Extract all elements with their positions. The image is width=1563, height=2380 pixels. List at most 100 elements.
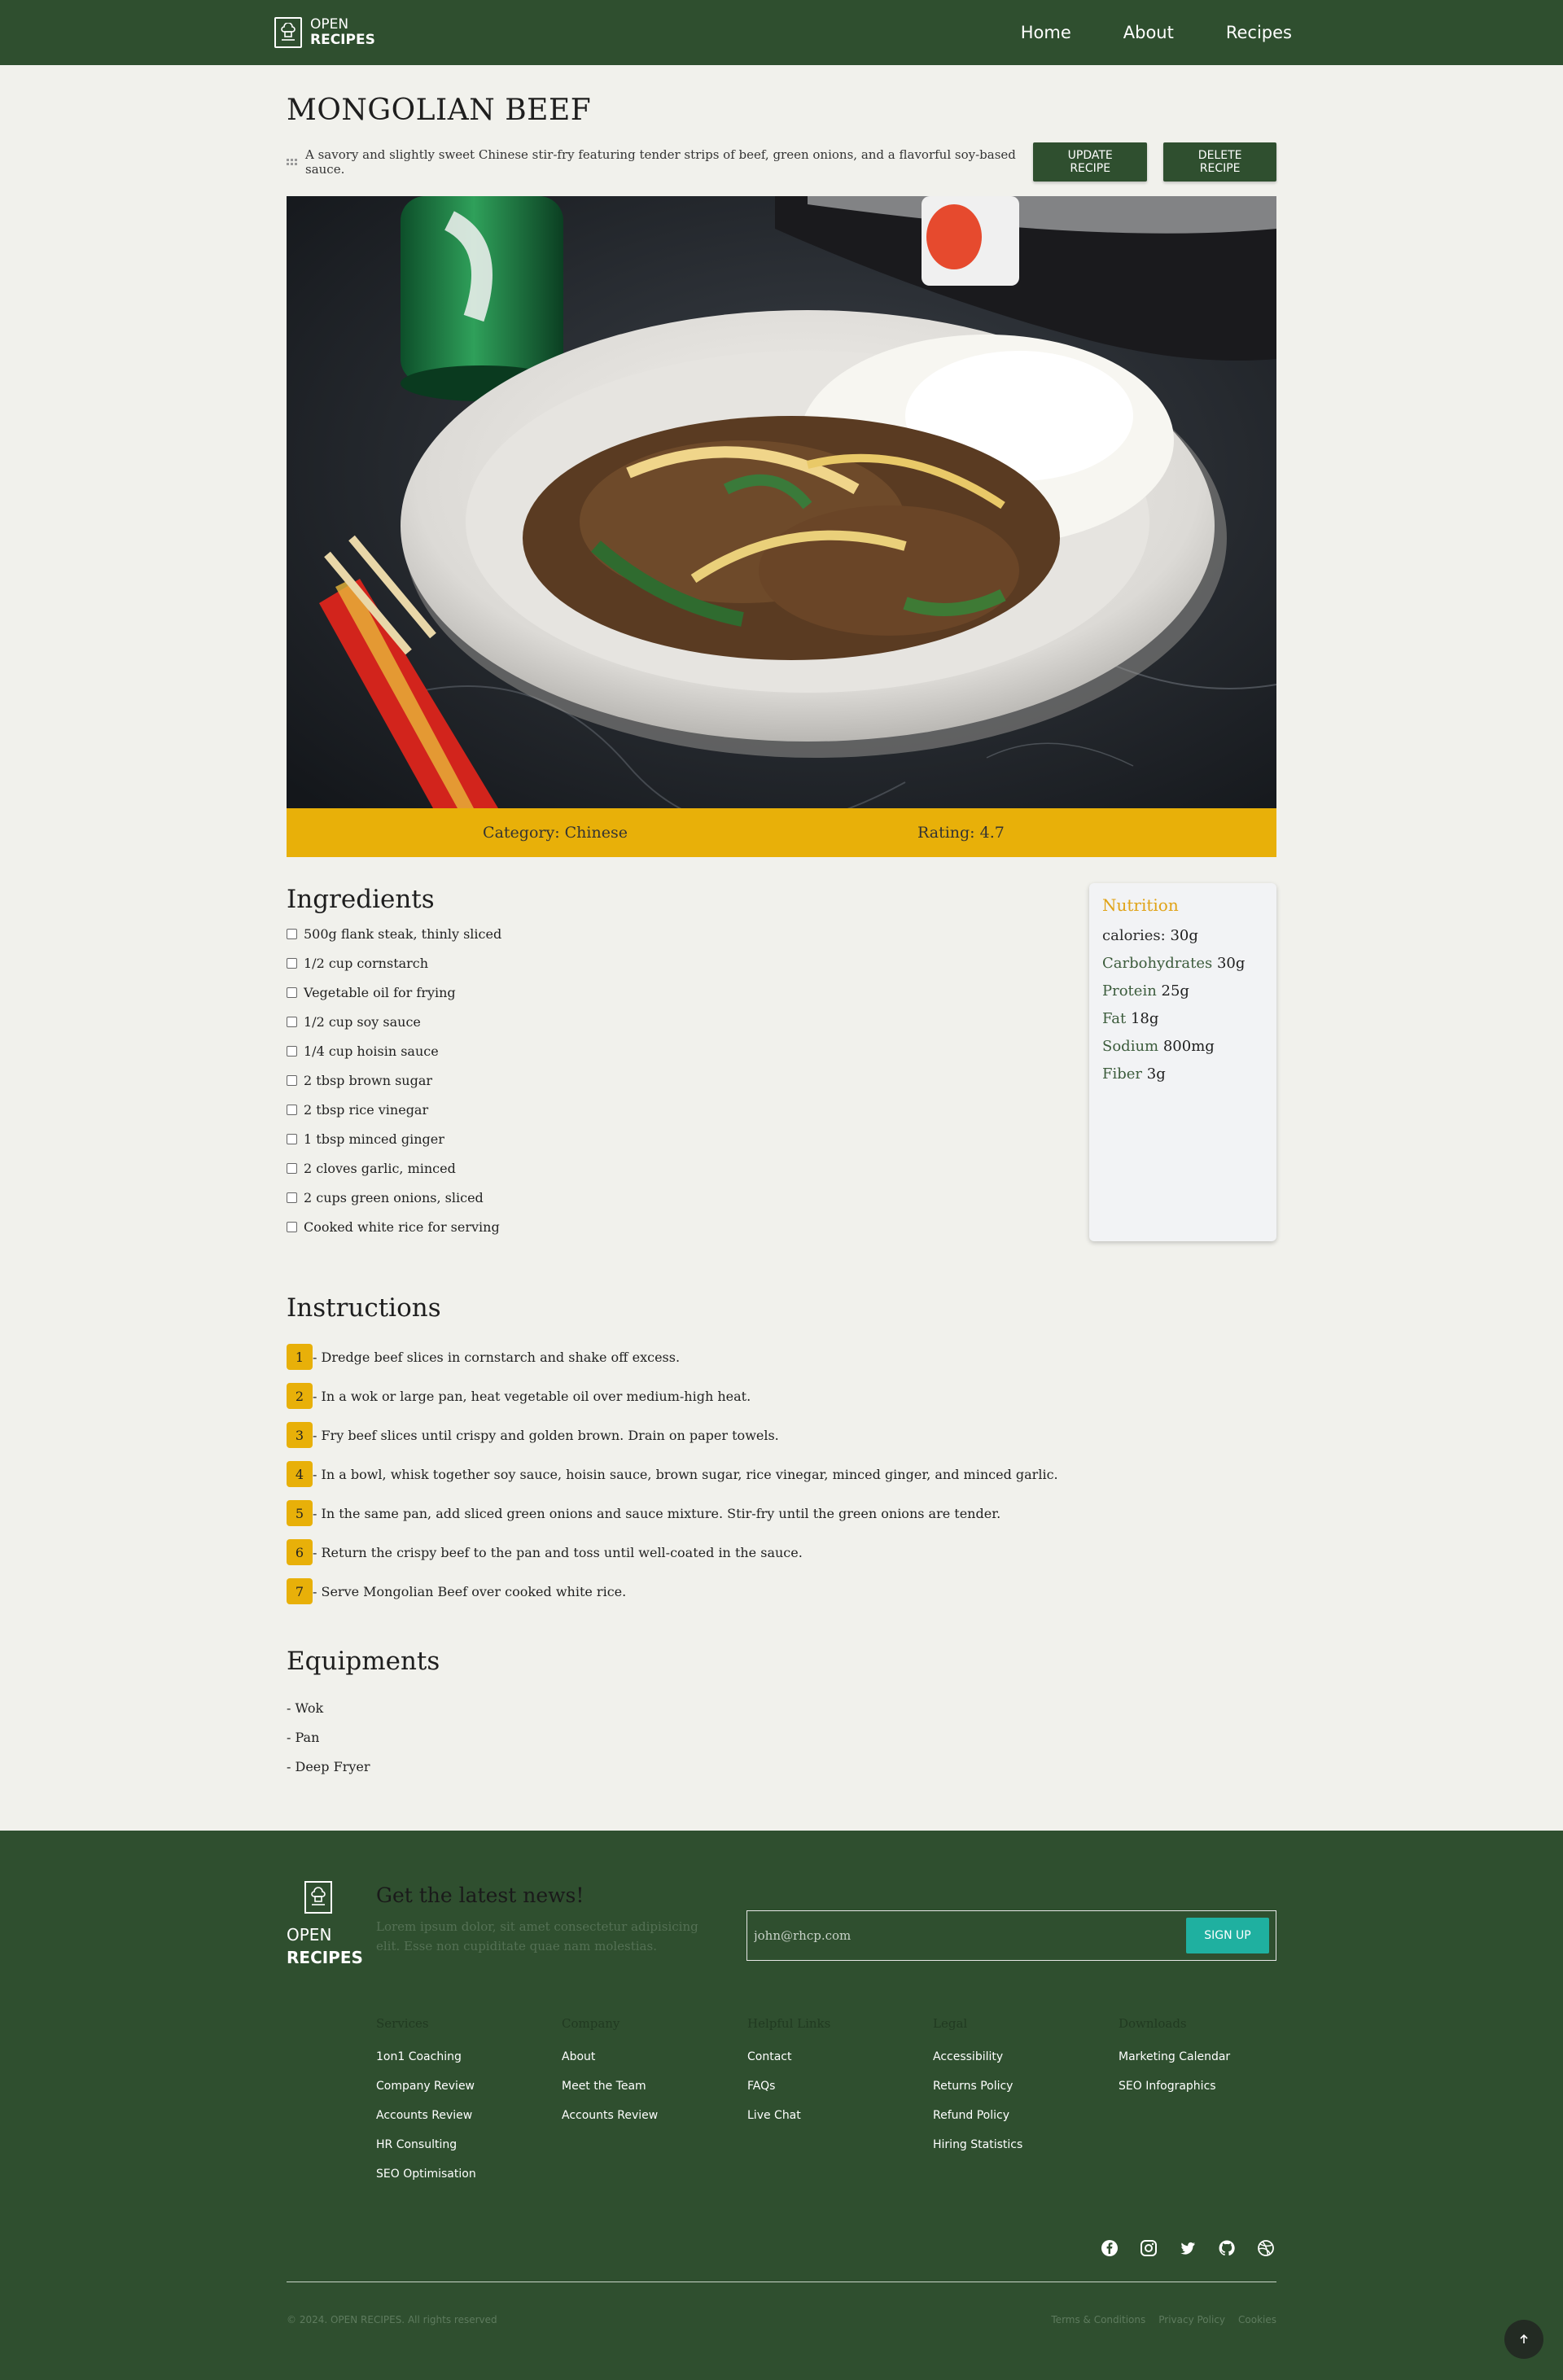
instruction-step: 1- Dredge beef slices in cornstarch and … xyxy=(287,1337,1276,1376)
recipe-meta-bar: Category: Chinese Rating: 4.7 xyxy=(287,808,1276,857)
copyright: © 2024. OPEN RECIPES. All rights reserve… xyxy=(287,2314,497,2325)
footer-link[interactable]: FAQs xyxy=(747,2076,933,2106)
footer-column-title: Legal xyxy=(933,2016,968,2031)
ingredient-checkbox[interactable] xyxy=(287,987,297,998)
scroll-to-top-button[interactable] xyxy=(1504,2320,1543,2359)
footer-link[interactable]: Accounts Review xyxy=(376,2106,562,2135)
privacy-link[interactable]: Privacy Policy xyxy=(1158,2314,1225,2325)
ingredient-checkbox[interactable] xyxy=(287,1221,297,1232)
ingredient-checkbox[interactable] xyxy=(287,1074,297,1086)
instagram-icon[interactable] xyxy=(1138,2238,1159,2259)
terms-link[interactable]: Terms & Conditions xyxy=(1051,2314,1145,2325)
footer-logo-line-1: OPEN xyxy=(287,1925,332,1945)
footer-column-downloads: Downloads Marketing Calendar SEO Infogra… xyxy=(1119,2016,1304,2194)
footer-logo[interactable]: OPEN RECIPES xyxy=(287,1881,363,1969)
ingredient-label: 1/4 cup hoisin sauce xyxy=(304,1043,439,1059)
footer-link[interactable]: Contact xyxy=(747,2047,933,2076)
instruction-step: 3- Fry beef slices until crispy and gold… xyxy=(287,1415,1276,1455)
nav-recipes[interactable]: Recipes xyxy=(1226,23,1292,42)
footer-column-legal: Legal Accessibility Returns Policy Refun… xyxy=(933,2016,1119,2194)
logo[interactable]: OPEN RECIPES xyxy=(274,17,375,48)
facebook-icon[interactable] xyxy=(1099,2238,1120,2259)
recipe-photo-illustration xyxy=(287,196,1276,808)
ingredient-checkbox[interactable] xyxy=(287,1133,297,1144)
footer-link[interactable]: Meet the Team xyxy=(562,2076,747,2106)
footer-link[interactable]: HR Consulting xyxy=(376,2135,562,2164)
footer-column-services: Services 1on1 Coaching Company Review Ac… xyxy=(376,2016,562,2194)
main-nav: Home About Recipes xyxy=(1021,23,1292,42)
ingredient-label: 1 tbsp minced ginger xyxy=(304,1131,444,1147)
ingredient-label: 1/2 cup cornstarch xyxy=(304,955,429,971)
recipe-book-icon xyxy=(304,1881,332,1914)
ingredient-label: Vegetable oil for frying xyxy=(304,984,456,1000)
ingredient-item[interactable]: Vegetable oil for frying xyxy=(287,978,501,1007)
ingredient-item[interactable]: 1/2 cup soy sauce xyxy=(287,1007,501,1036)
footer-link[interactable]: Company Review xyxy=(376,2076,562,2106)
ingredient-item[interactable]: 2 tbsp rice vinegar xyxy=(287,1095,501,1124)
nutrition-value: 800mg xyxy=(1162,1038,1215,1055)
signup-button[interactable]: SIGN UP xyxy=(1186,1918,1269,1953)
step-number: 5 xyxy=(287,1500,313,1526)
nutrition-value: 30g xyxy=(1170,927,1198,944)
recipe-description: A savory and slightly sweet Chinese stir… xyxy=(305,147,1016,177)
instruction-step: 5- In the same pan, add sliced green oni… xyxy=(287,1494,1276,1533)
footer-link[interactable]: SEO Optimisation xyxy=(376,2164,562,2194)
footer-link[interactable]: SEO Infographics xyxy=(1119,2076,1304,2106)
ingredients-list: 500g flank steak, thinly sliced 1/2 cup … xyxy=(287,919,501,1241)
footer-link-columns: Services 1on1 Coaching Company Review Ac… xyxy=(376,2016,1304,2194)
ingredient-checkbox[interactable] xyxy=(287,1192,297,1203)
ingredient-checkbox[interactable] xyxy=(287,1045,297,1057)
footer-column-title: Downloads xyxy=(1119,2016,1187,2031)
ingredient-checkbox[interactable] xyxy=(287,1104,297,1115)
ingredient-checkbox[interactable] xyxy=(287,1162,297,1174)
cookies-link[interactable]: Cookies xyxy=(1238,2314,1276,2325)
legal-links: Terms & Conditions Privacy Policy Cookie… xyxy=(1051,2314,1276,2325)
footer-link[interactable]: 1on1 Coaching xyxy=(376,2047,562,2076)
step-text: - Return the crispy beef to the pan and … xyxy=(313,1544,803,1560)
twitter-icon[interactable] xyxy=(1177,2238,1198,2259)
nav-about[interactable]: About xyxy=(1123,23,1174,42)
step-number: 4 xyxy=(287,1461,313,1487)
recipe-content: Ingredients 500g flank steak, thinly sli… xyxy=(287,882,1276,1241)
nutrition-label: Fiber xyxy=(1102,1065,1143,1083)
email-input[interactable] xyxy=(754,1928,1079,1943)
newsletter: Get the latest news! Lorem ipsum dolor, … xyxy=(376,1881,718,1956)
instructions-title: Instructions xyxy=(287,1293,441,1323)
ingredient-item[interactable]: Cooked white rice for serving xyxy=(287,1212,501,1241)
newsletter-text: Lorem ipsum dolor, sit amet consectetur … xyxy=(376,1919,698,1953)
footer-link[interactable]: Accounts Review xyxy=(562,2106,747,2135)
subscribe-form: SIGN UP xyxy=(746,1910,1276,1961)
ingredient-item[interactable]: 500g flank steak, thinly sliced xyxy=(287,919,501,948)
equipment-item: - Deep Fryer xyxy=(287,1759,370,1774)
footer-column-title: Company xyxy=(562,2016,620,2031)
update-recipe-button[interactable]: UPDATE RECIPE xyxy=(1033,142,1148,182)
ingredient-checkbox[interactable] xyxy=(287,957,297,969)
footer-link[interactable]: Live Chat xyxy=(747,2106,933,2135)
footer-link[interactable]: Refund Policy xyxy=(933,2106,1119,2135)
ingredient-item[interactable]: 2 tbsp brown sugar xyxy=(287,1065,501,1095)
nav-home[interactable]: Home xyxy=(1021,23,1071,42)
social-links xyxy=(1099,2238,1276,2259)
logo-text: OPEN RECIPES xyxy=(310,17,375,48)
footer-link[interactable]: Returns Policy xyxy=(933,2076,1119,2106)
footer-inner: OPEN RECIPES Get the latest news! Lorem … xyxy=(287,1831,1276,2380)
ingredient-checkbox[interactable] xyxy=(287,928,297,939)
step-number: 3 xyxy=(287,1422,313,1448)
dribbble-icon[interactable] xyxy=(1255,2238,1276,2259)
footer-link[interactable]: Hiring Statistics xyxy=(933,2135,1119,2164)
ingredient-item[interactable]: 2 cups green onions, sliced xyxy=(287,1183,501,1212)
delete-recipe-button[interactable]: DELETE RECIPE xyxy=(1163,142,1276,182)
github-icon[interactable] xyxy=(1216,2238,1237,2259)
ingredient-item[interactable]: 1 tbsp minced ginger xyxy=(287,1124,501,1153)
arrow-up-icon xyxy=(1520,2334,1528,2343)
ingredient-checkbox[interactable] xyxy=(287,1016,297,1027)
ingredient-item[interactable]: 2 cloves garlic, minced xyxy=(287,1153,501,1183)
footer-link[interactable]: Accessibility xyxy=(933,2047,1119,2076)
ingredient-item[interactable]: 1/4 cup hoisin sauce xyxy=(287,1036,501,1065)
equipments-section: Equipments - Wok - Pan - Deep Fryer xyxy=(287,1643,1276,1782)
footer-link[interactable]: Marketing Calendar xyxy=(1119,2047,1304,2076)
ingredient-item[interactable]: 1/2 cup cornstarch xyxy=(287,948,501,978)
recipe-actions: UPDATE RECIPE DELETE RECIPE xyxy=(1033,142,1276,182)
step-text: - In the same pan, add sliced green onio… xyxy=(313,1505,1001,1521)
footer-link[interactable]: About xyxy=(562,2047,747,2076)
